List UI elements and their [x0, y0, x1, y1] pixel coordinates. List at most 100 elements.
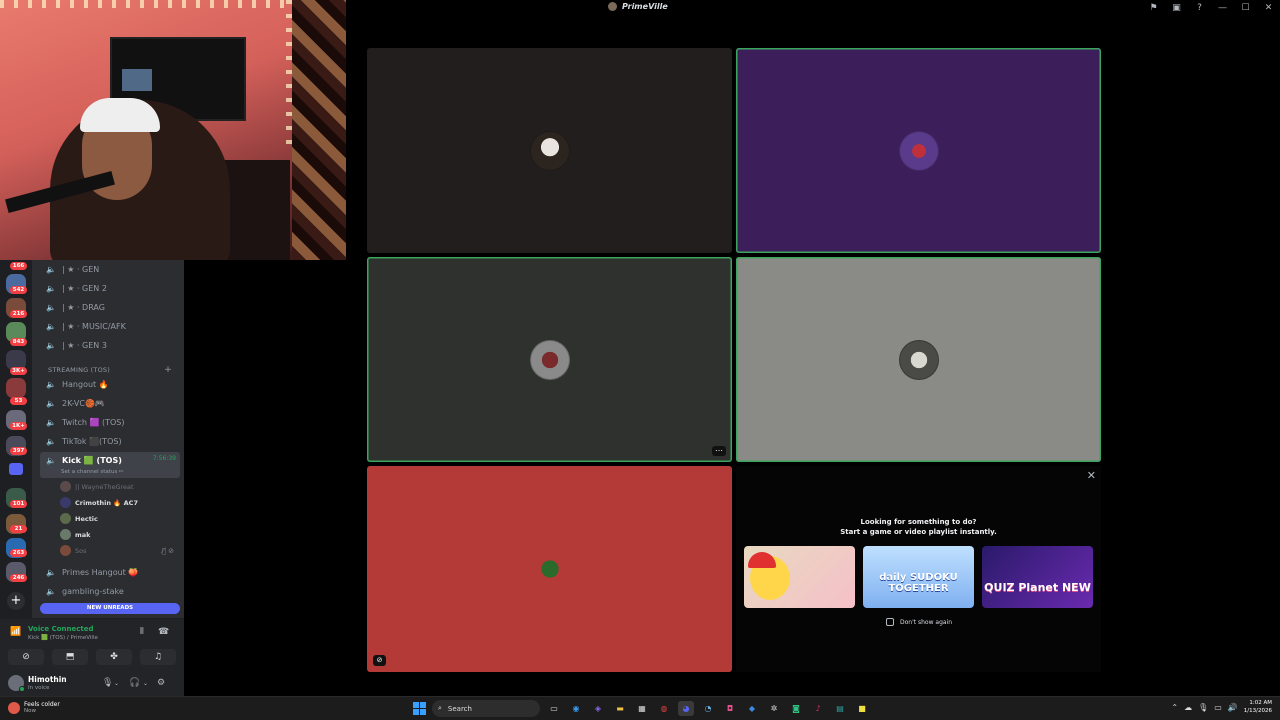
avatar [60, 545, 71, 556]
voice-user[interactable]: Sos 🎙̸ ⊘ [60, 543, 178, 558]
channel-label: | ★ · GEN 2 [62, 284, 107, 293]
flag-icon[interactable]: ⚑ [1142, 0, 1165, 16]
checkbox[interactable] [886, 618, 894, 626]
start-button[interactable] [413, 702, 426, 715]
voice-user[interactable]: Crimothin 🔥 AC7 [60, 495, 138, 510]
headphones-icon[interactable]: 🎧 [129, 678, 140, 688]
maximize-button[interactable]: ☐ [1234, 0, 1257, 16]
category-header[interactable]: STREAMING (TOS) + [48, 365, 198, 375]
speaker-icon: 🔈 [46, 418, 56, 427]
add-channel-icon[interactable]: + [164, 365, 172, 375]
title-bar: PrimeVille ⚑ ▣ ? — ☐ ✕ [346, 0, 1280, 16]
mic-tray-icon[interactable]: 🎙 [1198, 703, 1208, 712]
discord-icon[interactable]: ◕ [678, 701, 694, 716]
voice-user[interactable]: mak [60, 527, 90, 542]
tiktok-icon[interactable]: ♪ [810, 701, 826, 716]
edge-icon[interactable]: ◉ [568, 701, 584, 716]
search-box[interactable]: ⌕ Search [432, 700, 540, 717]
voice-channel[interactable]: 🔈 | ★ · GEN 3 [40, 337, 180, 354]
activity-suggestions-panel: ✕ Looking for something to do? Start a g… [736, 466, 1101, 672]
noise-suppression-icon[interactable]: ⫴ [140, 627, 144, 637]
camera-off-button[interactable]: ⊘ [8, 649, 44, 665]
sticky-notes-icon[interactable]: ■ [854, 701, 870, 716]
voice-channel[interactable]: 🔈 | ★ · GEN [40, 261, 180, 278]
xbox-icon[interactable]: ◙ [788, 701, 804, 716]
activity-card-chef[interactable] [744, 546, 855, 608]
webcam-overlay [0, 0, 346, 260]
cloud-icon[interactable]: ☁ [1184, 703, 1192, 712]
more-options-button[interactable]: … [712, 445, 726, 456]
chrome-icon[interactable]: ◍ [656, 701, 672, 716]
santa-hat-illustration [748, 552, 776, 568]
copilot-icon[interactable]: ◈ [590, 701, 606, 716]
activities-button[interactable]: ✤ [96, 649, 132, 665]
help-icon[interactable]: ? [1188, 0, 1211, 16]
voice-user[interactable]: || WayneTheGreat [60, 479, 134, 494]
voice-user-name: Hectic [75, 514, 98, 523]
voice-channel[interactable]: 🔈 Primes Hangout 🍑 [40, 564, 180, 581]
add-server-button[interactable]: + [7, 592, 25, 610]
chatgpt-icon[interactable]: ✲ [766, 701, 782, 716]
voice-channel[interactable]: 🔈 gambling-stake [40, 583, 180, 600]
minimize-button[interactable]: — [1211, 0, 1234, 16]
voice-channel[interactable]: 🔈 Hangout 🔥 [40, 376, 180, 393]
unread-badge: 166 [10, 262, 27, 270]
task-view-icon[interactable]: ▭ [546, 701, 562, 716]
window-title: PrimeVille [608, 2, 668, 11]
speaker-icon: 🔈 [46, 322, 56, 331]
video-tile[interactable]: … [367, 257, 732, 462]
speaker-icon: 🔈 [46, 568, 56, 577]
username[interactable]: Himothin [28, 675, 67, 684]
clock[interactable]: 1:02 AM 1/13/2026 [1244, 699, 1272, 715]
channel-status[interactable]: Set a channel status ✏ [61, 469, 124, 475]
inbox-icon[interactable]: ▣ [1165, 0, 1188, 16]
dont-show-again-checkbox[interactable]: Don't show again [886, 618, 952, 626]
server-icon-5[interactable] [6, 378, 26, 398]
file-explorer-icon[interactable]: ▬ [612, 701, 628, 716]
chevron-up-icon[interactable]: ⌃ [1171, 703, 1178, 712]
voice-channel[interactable]: 🔈 | ★ · GEN 2 [40, 280, 180, 297]
activity-card-sudoku[interactable]: daily SUDOKU TOGETHER [863, 546, 974, 608]
network-icon[interactable]: ▭ [1214, 703, 1222, 712]
video-tile[interactable] [736, 257, 1101, 462]
settings-gear-icon[interactable]: ⚙ [157, 678, 165, 688]
activity-card-quiz[interactable]: QUIZ Planet NEW [982, 546, 1093, 608]
clock-time: 1:02 AM [1249, 700, 1272, 706]
voice-channel[interactable]: 🔈 TikTok ⬛(TOS) [40, 433, 180, 450]
windows-taskbar: Feels colder Now ⌕ Search ▭ ◉ ◈ ▬ ▦ ◍ ◕ … [0, 696, 1280, 720]
video-tile[interactable]: ⊘ [367, 466, 732, 672]
signal-icon[interactable]: 📶 [10, 627, 21, 637]
voice-channel[interactable]: 🔈 | ★ · DRAG [40, 299, 180, 316]
unread-badge: 263 [10, 549, 27, 557]
new-unreads-button[interactable]: NEW UNREADS [40, 603, 180, 614]
weather-widget[interactable]: Feels colder Now [8, 701, 60, 714]
steam-icon[interactable]: ◔ [700, 701, 716, 716]
speaker-icon: 🔈 [46, 303, 56, 312]
voice-channel-path[interactable]: Kick 🟩 (TOS) / PrimeVille [28, 635, 98, 641]
screen-share-button[interactable]: ⬒ [52, 649, 88, 665]
video-tile[interactable] [736, 48, 1101, 253]
disconnect-icon[interactable]: ☎ [158, 627, 169, 637]
app-icon[interactable]: ▤ [832, 701, 848, 716]
channel-label: 2K-VC🏀🎮 [62, 399, 105, 408]
unread-badge: 843 [10, 338, 27, 346]
instagram-icon[interactable]: ◘ [722, 701, 738, 716]
chevron-down-icon[interactable]: ⌄ [143, 680, 148, 687]
video-tile[interactable] [367, 48, 732, 253]
close-window-button[interactable]: ✕ [1257, 0, 1280, 16]
app-icon[interactable]: ◆ [744, 701, 760, 716]
chevron-down-icon[interactable]: ⌄ [114, 680, 119, 687]
store-icon[interactable]: ▦ [634, 701, 650, 716]
channel-label: | ★ · MUSIC/AFK [62, 322, 126, 331]
folder-icon[interactable] [9, 463, 23, 475]
voice-channel[interactable]: 🔈 | ★ · MUSIC/AFK [40, 318, 180, 335]
close-icon[interactable]: ✕ [1087, 469, 1096, 482]
voice-channel[interactable]: 🔈 2K-VC🏀🎮 [40, 395, 180, 412]
volume-icon[interactable]: 🔊 [1228, 703, 1238, 712]
voice-status[interactable]: Voice Connected [28, 625, 94, 633]
voice-channel[interactable]: 🔈 Twitch 🟪 (TOS) [40, 414, 180, 431]
microphone-icon[interactable]: 🎙 [102, 678, 113, 688]
soundboard-button[interactable]: ♫ [140, 649, 176, 665]
unread-badge: 216 [10, 310, 27, 318]
voice-user[interactable]: Hectic [60, 511, 98, 526]
